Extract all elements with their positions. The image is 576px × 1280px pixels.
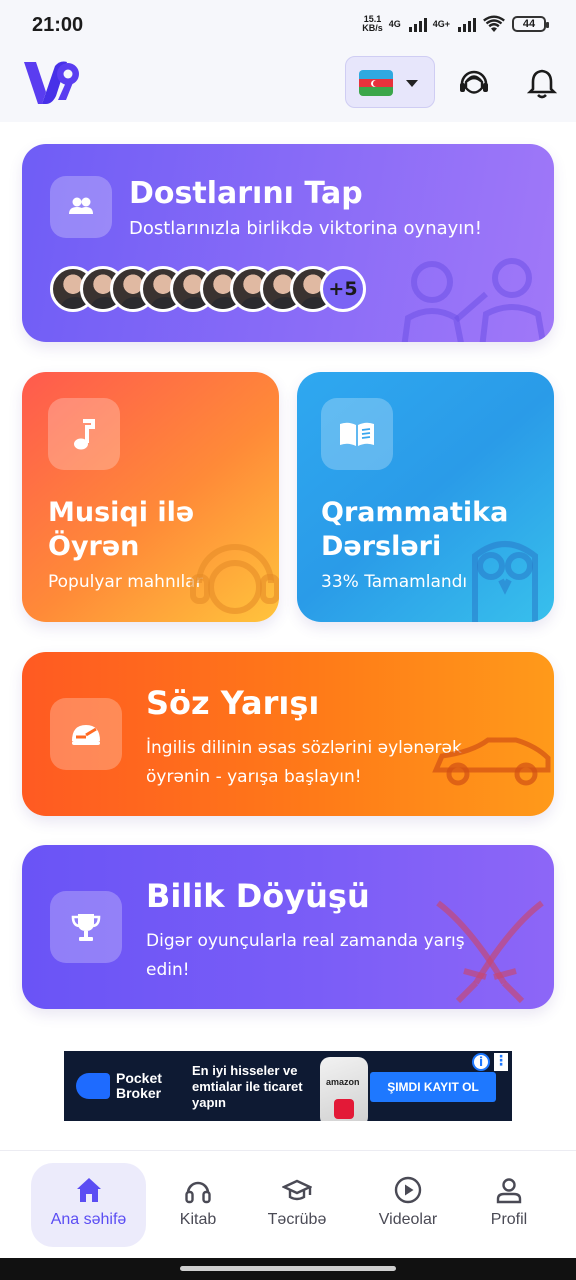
nav-item-book[interactable]: Kitab (143, 1163, 253, 1247)
ad-banner[interactable]: Pocket Broker En iyi hisseler ve emtiala… (64, 1051, 512, 1121)
network-type-1: 4G (388, 19, 401, 29)
nav-item-profile[interactable]: Profil (454, 1163, 564, 1247)
home-icon (76, 1178, 101, 1202)
status-time: 21:00 (32, 14, 84, 36)
app-header (0, 50, 576, 122)
nav-item-practice[interactable]: Təcrübə (242, 1163, 352, 1247)
signal-icon-2 (458, 16, 476, 32)
music-note-icon (74, 419, 95, 450)
signal-icon (408, 16, 427, 32)
race-title: Söz Yarışı (146, 684, 320, 722)
wifi-icon (483, 15, 505, 32)
user-icon (496, 1178, 522, 1204)
book-icon (340, 422, 374, 446)
headphones-icon (185, 1181, 211, 1204)
nav-item-home[interactable]: Ana səhifə (31, 1163, 146, 1247)
grammar-lessons-card[interactable]: Qrammatika Dərsləri 33% Tamamlandı (297, 372, 554, 622)
grammar-subtitle: 33% Tamamlandı (321, 572, 468, 592)
network-speed: 15.1 KB/s (362, 14, 383, 33)
status-icons: 15.1 KB/s 4G 4G+ 44 (362, 14, 549, 34)
ad-text: En iyi hisseler ve emtialar ile ticaret … (192, 1063, 303, 1110)
ad-brand: Pocket Broker (116, 1070, 162, 1101)
chevron-down-icon (406, 80, 418, 87)
support-icon[interactable] (457, 66, 491, 100)
more-friends-badge: +5 (320, 266, 366, 312)
graduation-cap-icon (282, 1179, 312, 1201)
battery-icon: 44 (512, 16, 549, 32)
network-type-2: 4G+ (432, 19, 450, 29)
swords-illustration-icon (436, 900, 544, 1004)
music-icon-box (48, 398, 120, 470)
music-learn-card[interactable]: Musiqi ilə Öyrən Populyar mahnılar (22, 372, 279, 622)
headphones-illustration-icon (190, 544, 279, 614)
system-home-bar[interactable] (0, 1258, 576, 1280)
status-bar: 21:00 15.1 KB/s 4G 4G+ 44 (0, 0, 576, 50)
car-illustration-icon (432, 737, 551, 786)
grammar-icon-box (321, 398, 393, 470)
music-subtitle: Populyar mahnılar (48, 572, 203, 592)
bell-icon[interactable] (525, 66, 559, 100)
nav-item-videos[interactable]: Videolar (353, 1163, 463, 1247)
word-race-card[interactable]: Söz Yarışı İngilis dilinin əsas sözlərin… (22, 652, 554, 816)
friends-subtitle: Dostlarınızla birlikdə viktorina oynayın… (129, 218, 482, 239)
ad-phone-image: amazon (320, 1057, 368, 1121)
friends-title: Dostlarını Tap (129, 176, 363, 211)
battle-icon-box (50, 891, 122, 963)
azerbaijan-flag-icon (359, 70, 393, 96)
language-selector[interactable] (345, 56, 435, 108)
race-subtitle: İngilis dilinin əsas sözlərini əylənərək… (146, 738, 462, 787)
race-icon-box (50, 698, 122, 770)
friends-illustration-icon (401, 258, 546, 342)
owl-illustration-icon (472, 541, 538, 622)
users-icon (69, 197, 93, 214)
speedometer-icon (72, 725, 100, 745)
knowledge-battle-card[interactable]: Bilik Döyüşü Digər oyunçularla real zama… (22, 845, 554, 1009)
battle-title: Bilik Döyüşü (146, 877, 370, 915)
friends-icon-box (50, 176, 112, 238)
trophy-icon (71, 914, 101, 941)
friends-avatars: +5 (50, 266, 366, 314)
ad-menu-icon[interactable]: ⋮ (494, 1053, 508, 1071)
bottom-navigation: Ana səhifə Kitab Təcrübə Videolar Profil (0, 1150, 576, 1258)
ad-info-icon[interactable]: i (472, 1053, 490, 1071)
app-logo[interactable] (22, 58, 82, 108)
play-circle-icon (394, 1176, 422, 1204)
tesla-logo-icon (334, 1099, 354, 1119)
ad-signup-button[interactable]: ŞIMDI KAYIT OL (370, 1072, 496, 1102)
pocket-broker-logo-icon (76, 1073, 110, 1099)
